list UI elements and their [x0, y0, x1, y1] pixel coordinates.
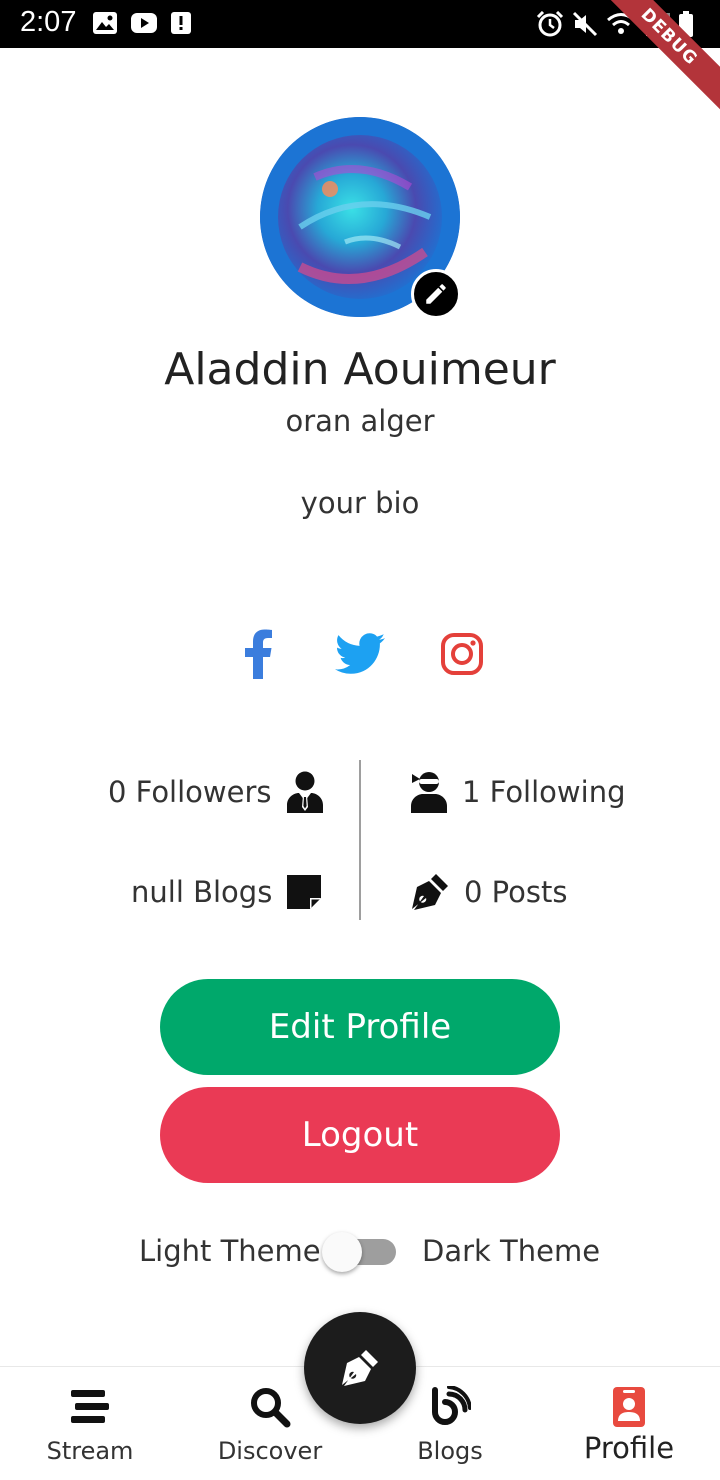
image-icon [93, 12, 117, 34]
nav-label-blogs: Blogs [417, 1437, 483, 1465]
followers-label: 0 Followers [108, 775, 272, 809]
alert-icon [171, 12, 191, 34]
social-links [0, 628, 720, 680]
mute-icon [572, 11, 598, 37]
user-ninja-icon [411, 772, 447, 813]
facebook-link[interactable] [232, 628, 284, 680]
nav-item-stream[interactable]: Stream [20, 1367, 160, 1480]
logout-button[interactable]: Logout [160, 1087, 560, 1183]
following-label: 1 Following [462, 775, 626, 809]
blogs-label: null Blogs [131, 875, 273, 909]
blogger-icon [432, 1386, 471, 1425]
following-stat[interactable]: 1 Following [410, 768, 625, 816]
alarm-icon [536, 11, 564, 37]
profile-badge-icon [613, 1387, 645, 1427]
posts-stat[interactable]: 0 Posts [410, 868, 567, 916]
theme-toggle-row: Light Theme Dark Theme [0, 1226, 720, 1282]
theme-switch-knob[interactable] [322, 1232, 362, 1272]
status-notification-icons [92, 11, 192, 35]
user-tie-icon [286, 771, 323, 813]
search-icon [251, 1388, 291, 1428]
profile-location: oran alger [285, 404, 435, 438]
instagram-link[interactable] [436, 628, 488, 680]
profile-screen: 2:07 DEBUG Aladdin Aouimeur oran alger y… [0, 0, 720, 1480]
posts-label: 0 Posts [464, 875, 568, 909]
status-time: 2:07 [20, 6, 77, 38]
pencil-icon [426, 284, 446, 304]
nav-label-profile: Profile [583, 1431, 675, 1465]
profile-stats: 0 Followers 1 Following null Blogs 0 Pos… [0, 756, 720, 920]
stats-divider [359, 760, 361, 920]
youtube-icon [131, 13, 157, 33]
twitter-icon [335, 633, 385, 674]
pen-nib-icon [412, 874, 448, 910]
stream-icon [71, 1390, 109, 1423]
new-post-fab[interactable] [304, 1312, 416, 1424]
blogs-stat[interactable]: null Blogs [131, 868, 322, 916]
twitter-link[interactable] [334, 628, 386, 680]
profile-bio: your bio [300, 486, 420, 520]
dark-theme-label: Dark Theme [422, 1234, 601, 1268]
pen-nib-icon [342, 1350, 378, 1386]
status-bar: 2:07 DEBUG [0, 0, 720, 115]
edit-avatar-button[interactable] [411, 269, 461, 319]
edit-profile-button[interactable]: Edit Profile [160, 979, 560, 1075]
light-theme-label: Light Theme [139, 1234, 321, 1268]
nav-item-profile[interactable]: Profile [559, 1367, 699, 1480]
facebook-icon [245, 629, 272, 679]
instagram-icon [441, 633, 483, 675]
profile-name: Aladdin Aouimeur [164, 344, 556, 395]
sticky-note-icon [287, 875, 322, 909]
followers-stat[interactable]: 0 Followers [108, 768, 324, 816]
nav-label-stream: Stream [46, 1437, 134, 1465]
nav-label-discover: Discover [217, 1437, 323, 1465]
